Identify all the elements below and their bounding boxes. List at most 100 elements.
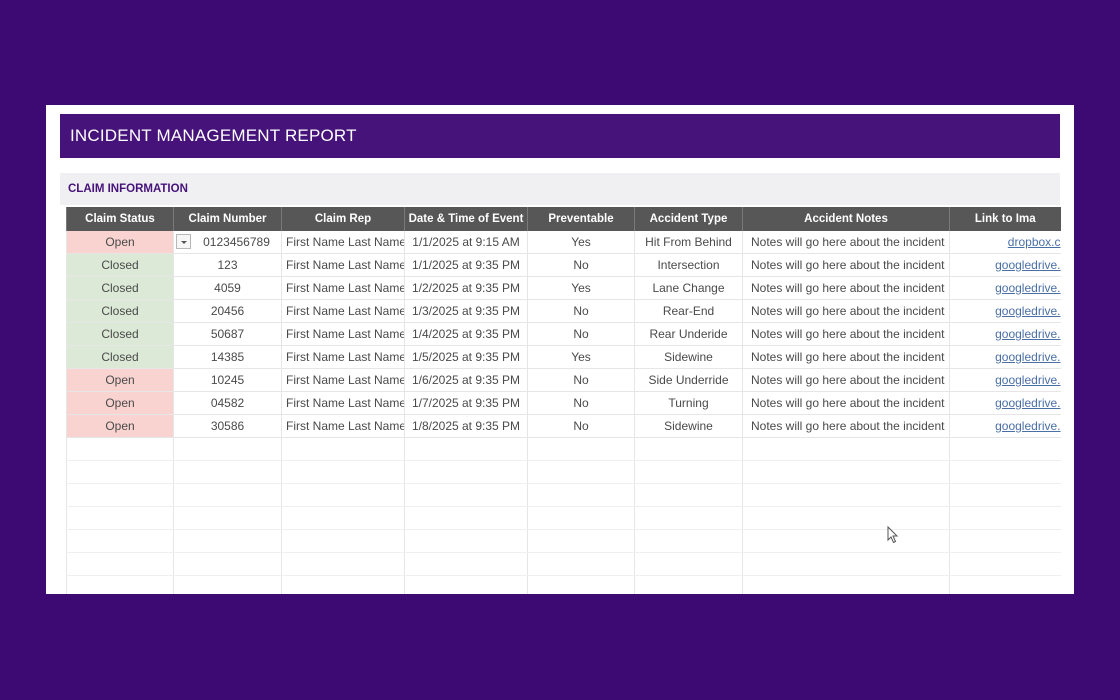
cell-accident-type[interactable]: Rear Underide [634, 322, 743, 346]
cell-claim-status[interactable]: Open [66, 414, 174, 438]
empty-cell[interactable] [949, 460, 1061, 484]
cell-link[interactable]: googledrive. [949, 299, 1061, 323]
cell-claim-number[interactable]: 30586 [173, 414, 282, 438]
cell-preventable[interactable]: No [527, 253, 635, 277]
cell-claim-status[interactable]: Closed [66, 276, 174, 300]
empty-cell[interactable] [527, 506, 635, 530]
empty-cell[interactable] [949, 529, 1061, 553]
empty-cell[interactable] [404, 552, 528, 576]
empty-cell[interactable] [527, 437, 635, 461]
empty-cell[interactable] [173, 460, 282, 484]
cell-accident-notes[interactable]: Notes will go here about the incident [742, 391, 950, 415]
empty-cell[interactable] [634, 460, 743, 484]
empty-cell[interactable] [527, 552, 635, 576]
empty-cell[interactable] [527, 529, 635, 553]
cell-claim-rep[interactable]: First Name Last Name [281, 391, 405, 415]
cell-datetime[interactable]: 1/8/2025 at 9:35 PM [404, 414, 528, 438]
empty-cell[interactable] [173, 575, 282, 594]
cell-link[interactable]: googledrive. [949, 368, 1061, 392]
cell-accident-notes[interactable]: Notes will go here about the incident [742, 414, 950, 438]
cell-claim-number[interactable]: 123 [173, 253, 282, 277]
header-preventable[interactable]: Preventable [527, 207, 635, 231]
cell-preventable[interactable]: Yes [527, 231, 635, 254]
empty-cell[interactable] [281, 483, 405, 507]
empty-cell[interactable] [742, 529, 950, 553]
cell-claim-rep[interactable]: First Name Last Name [281, 345, 405, 369]
cell-preventable[interactable]: No [527, 391, 635, 415]
image-link[interactable]: dropbox.c [1008, 235, 1061, 249]
empty-cell[interactable] [281, 437, 405, 461]
empty-cell[interactable] [173, 483, 282, 507]
empty-cell[interactable] [634, 529, 743, 553]
empty-cell[interactable] [404, 460, 528, 484]
cell-claim-status[interactable]: Closed [66, 299, 174, 323]
cell-accident-type[interactable]: Hit From Behind [634, 231, 743, 254]
image-link[interactable]: googledrive. [995, 327, 1060, 341]
cell-claim-status[interactable]: Open [66, 368, 174, 392]
cell-claim-number[interactable]: 50687 [173, 322, 282, 346]
empty-cell[interactable] [173, 437, 282, 461]
cell-claim-status[interactable]: Closed [66, 345, 174, 369]
empty-cell[interactable] [527, 483, 635, 507]
empty-cell[interactable] [281, 552, 405, 576]
cell-link[interactable]: googledrive. [949, 414, 1061, 438]
image-link[interactable]: googledrive. [995, 350, 1060, 364]
empty-cell[interactable] [742, 437, 950, 461]
cell-claim-rep[interactable]: First Name Last Name [281, 253, 405, 277]
cell-claim-status[interactable]: Open [66, 231, 174, 254]
empty-cell[interactable] [742, 460, 950, 484]
cell-claim-number[interactable]: 20456 [173, 299, 282, 323]
cell-link[interactable]: googledrive. [949, 391, 1061, 415]
cell-claim-status[interactable]: Closed [66, 253, 174, 277]
cell-accident-notes[interactable]: Notes will go here about the incident [742, 276, 950, 300]
cell-claim-status[interactable]: Closed [66, 322, 174, 346]
empty-cell[interactable] [742, 575, 950, 594]
empty-cell[interactable] [634, 575, 743, 594]
cell-preventable[interactable]: No [527, 322, 635, 346]
cell-accident-type[interactable]: Sidewine [634, 345, 743, 369]
empty-cell[interactable] [634, 506, 743, 530]
header-claim-number[interactable]: Claim Number [173, 207, 282, 231]
cell-accident-type[interactable]: Lane Change [634, 276, 743, 300]
cell-datetime[interactable]: 1/2/2025 at 9:35 PM [404, 276, 528, 300]
cell-accident-type[interactable]: Rear-End [634, 299, 743, 323]
cell-claim-rep[interactable]: First Name Last Name [281, 368, 405, 392]
cell-datetime[interactable]: 1/1/2025 at 9:35 PM [404, 253, 528, 277]
empty-cell[interactable] [281, 460, 405, 484]
cell-accident-notes[interactable]: Notes will go here about the incident [742, 322, 950, 346]
cell-preventable[interactable]: Yes [527, 276, 635, 300]
empty-cell[interactable] [634, 483, 743, 507]
empty-cell[interactable] [634, 552, 743, 576]
empty-cell[interactable] [66, 575, 174, 594]
empty-cell[interactable] [949, 506, 1061, 530]
cell-datetime[interactable]: 1/7/2025 at 9:35 PM [404, 391, 528, 415]
empty-cell[interactable] [404, 575, 528, 594]
cell-link[interactable]: googledrive. [949, 276, 1061, 300]
empty-cell[interactable] [66, 460, 174, 484]
empty-cell[interactable] [742, 483, 950, 507]
cell-accident-type[interactable]: Side Underride [634, 368, 743, 392]
header-accident-type[interactable]: Accident Type [634, 207, 743, 231]
cell-preventable[interactable]: No [527, 368, 635, 392]
chevron-down-icon[interactable] [176, 234, 191, 249]
cell-accident-notes[interactable]: Notes will go here about the incident [742, 299, 950, 323]
cell-preventable[interactable]: No [527, 414, 635, 438]
empty-cell[interactable] [173, 529, 282, 553]
image-link[interactable]: googledrive. [995, 396, 1060, 410]
cell-link[interactable]: dropbox.c [949, 231, 1061, 254]
empty-cell[interactable] [281, 575, 405, 594]
header-link[interactable]: Link to Ima [949, 207, 1061, 231]
section-label[interactable]: CLAIM INFORMATION [60, 173, 1060, 205]
cell-link[interactable]: googledrive. [949, 253, 1061, 277]
empty-cell[interactable] [66, 506, 174, 530]
empty-cell[interactable] [66, 483, 174, 507]
empty-cell[interactable] [66, 552, 174, 576]
image-link[interactable]: googledrive. [995, 373, 1060, 387]
cell-datetime[interactable]: 1/5/2025 at 9:35 PM [404, 345, 528, 369]
cell-claim-number[interactable]: 04582 [173, 391, 282, 415]
cell-datetime[interactable]: 1/3/2025 at 9:35 PM [404, 299, 528, 323]
empty-cell[interactable] [949, 437, 1061, 461]
cell-datetime[interactable]: 1/6/2025 at 9:35 PM [404, 368, 528, 392]
cell-datetime[interactable]: 1/1/2025 at 9:15 AM [404, 231, 528, 254]
image-link[interactable]: googledrive. [995, 258, 1060, 272]
